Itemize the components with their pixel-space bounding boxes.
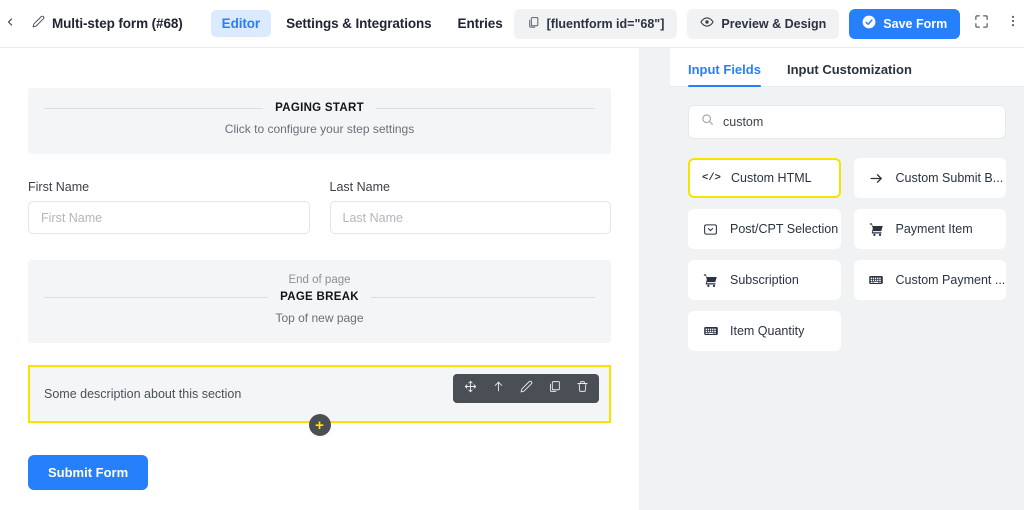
submit-form-button[interactable]: Submit Form: [28, 455, 149, 490]
cart-icon: [702, 273, 719, 288]
save-form-button[interactable]: Save Form: [849, 8, 961, 39]
tab-editor[interactable]: Editor: [210, 10, 272, 37]
field-card-label: Post/CPT Selection: [730, 222, 839, 236]
tab-input-customization[interactable]: Input Customization: [787, 62, 912, 86]
first-name-label: First Name: [28, 180, 90, 194]
search-icon: [701, 113, 714, 131]
field-card-custom-payment-amount[interactable]: Custom Payment ...: [853, 260, 1006, 300]
field-card-label: Custom Submit B...: [895, 171, 1004, 185]
save-form-label: Save Form: [883, 16, 948, 31]
form-title-text: Multi-step form (#68): [52, 16, 183, 31]
arrow-up-icon: [492, 380, 505, 398]
field-card-label: Subscription: [730, 273, 799, 287]
shortcode-button[interactable]: [fluentform id="68"]: [513, 8, 678, 39]
more-vertical-icon: [1006, 14, 1020, 33]
paging-start-block[interactable]: PAGING START Click to configure your ste…: [28, 88, 611, 154]
panel-body: custom </> Custom HTML Custom Submit B..…: [670, 87, 1024, 369]
field-card-payment-item[interactable]: Payment Item: [853, 209, 1006, 249]
duplicate-button[interactable]: [541, 378, 567, 399]
section-toolbar: [453, 374, 599, 403]
page-break-below-label: Top of new page: [275, 311, 364, 325]
name-fields-row: First Name First Name Last Name Last Nam…: [28, 180, 611, 234]
last-name-input[interactable]: Last Name: [329, 201, 611, 234]
field-last-name[interactable]: Last Name Last Name: [329, 180, 611, 234]
field-card-label: Custom HTML: [731, 171, 812, 185]
top-bar: Multi-step form (#68) Editor Settings & …: [0, 0, 1024, 48]
preview-design-button[interactable]: Preview & Design: [687, 8, 840, 39]
check-circle-icon: [862, 15, 876, 32]
duplicate-icon: [548, 380, 561, 398]
input-fields-panel: Input Fields Input Customization custom …: [670, 48, 1024, 510]
chevron-left-icon: [4, 15, 16, 33]
add-field-button[interactable]: +: [308, 414, 331, 436]
top-bar-actions: [fluentform id="68"] Preview & Design Sa…: [513, 8, 1024, 39]
section-block-wrapper: Some description about this section +: [28, 365, 611, 436]
field-card-custom-submit-button[interactable]: Custom Submit B...: [853, 158, 1006, 198]
field-card-label: Item Quantity: [730, 324, 805, 338]
shortcode-text: [fluentform id="68"]: [546, 16, 665, 31]
code-icon: </>: [702, 172, 721, 184]
copy-icon: [527, 16, 540, 32]
keyboard-icon: [868, 272, 885, 288]
paging-start-title: PAGING START: [44, 102, 595, 114]
trash-icon: [576, 380, 589, 398]
delete-button[interactable]: [569, 378, 595, 399]
panel-tabs: Input Fields Input Customization: [670, 48, 1024, 87]
tab-entries[interactable]: Entries: [447, 10, 514, 37]
page-break-title: PAGE BREAK: [44, 291, 595, 303]
pencil-icon: [520, 380, 533, 398]
move-handle[interactable]: [457, 378, 483, 399]
field-card-label: Payment Item: [895, 222, 973, 236]
field-card-subscription[interactable]: Subscription: [688, 260, 841, 300]
pencil-icon: [32, 15, 45, 33]
field-first-name[interactable]: First Name First Name: [28, 180, 310, 234]
search-input-value: custom: [723, 115, 764, 129]
first-name-input[interactable]: First Name: [28, 201, 310, 234]
section-description: Some description about this section: [44, 387, 242, 401]
field-card-label: Custom Payment ...: [895, 273, 1006, 287]
tab-input-fields[interactable]: Input Fields: [688, 62, 761, 87]
eye-icon: [700, 15, 715, 32]
arrow-right-icon: [868, 171, 885, 186]
paging-start-subtitle: Click to configure your step settings: [224, 122, 415, 136]
dropdown-box-icon: [702, 222, 719, 237]
fullscreen-icon: [974, 14, 989, 34]
move-up-button[interactable]: [485, 378, 511, 399]
field-card-post-cpt-selection[interactable]: Post/CPT Selection: [688, 209, 841, 249]
edit-button[interactable]: [513, 378, 539, 399]
page-break-block[interactable]: End of page PAGE BREAK Top of new page: [28, 260, 611, 343]
keyboard-icon: [702, 323, 719, 339]
search-input[interactable]: custom: [688, 105, 1006, 139]
page-break-above-label: End of page: [288, 274, 351, 286]
field-card-item-quantity[interactable]: Item Quantity: [688, 311, 841, 351]
panel-gutter: [639, 48, 670, 510]
field-cards-grid: </> Custom HTML Custom Submit B... Post/…: [688, 158, 1006, 351]
move-icon: [464, 380, 477, 398]
last-name-label: Last Name: [329, 180, 390, 194]
tab-settings-integrations[interactable]: Settings & Integrations: [275, 10, 442, 37]
preview-design-label: Preview & Design: [721, 16, 827, 31]
main-nav-tabs: Editor Settings & Integrations Entries: [199, 10, 514, 37]
back-button[interactable]: [4, 0, 16, 48]
form-title[interactable]: Multi-step form (#68): [16, 0, 199, 48]
form-editor-app: Multi-step form (#68) Editor Settings & …: [0, 0, 1024, 510]
form-canvas: PAGING START Click to configure your ste…: [0, 48, 639, 510]
fullscreen-button[interactable]: [970, 9, 992, 39]
more-options-button[interactable]: [1002, 9, 1024, 39]
submit-button-wrapper: Submit Form: [28, 455, 611, 490]
cart-icon: [868, 222, 885, 237]
field-card-custom-html[interactable]: </> Custom HTML: [688, 158, 841, 198]
